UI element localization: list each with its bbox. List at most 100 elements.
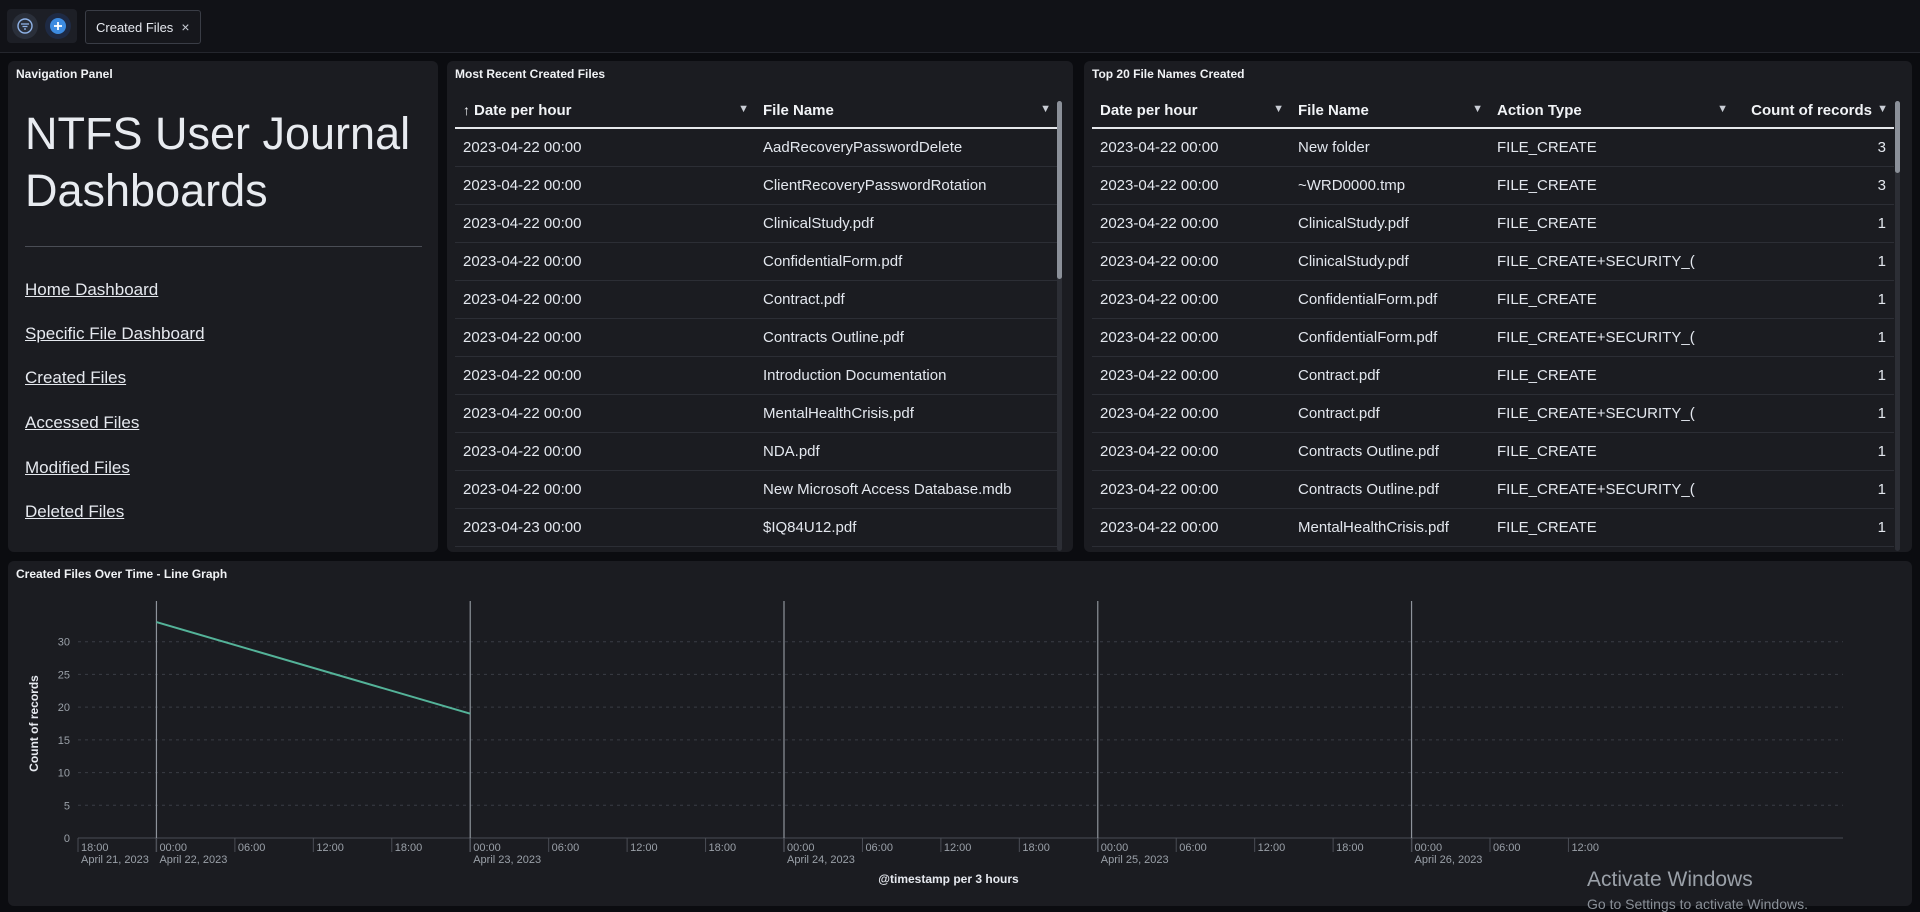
- table-cell: Contracts Outline.pdf: [1290, 470, 1489, 509]
- y-tick-label: 20: [58, 702, 70, 714]
- y-tick-label: 0: [64, 833, 70, 845]
- table-row[interactable]: 2023-04-22 00:00 ClinicalStudy.pdf: [455, 204, 1057, 243]
- filter-pill-label: Created Files: [96, 19, 174, 35]
- column-header-label: Date per hour: [1100, 102, 1198, 119]
- vertical-scrollbar[interactable]: [1895, 101, 1900, 551]
- column-header-date-per-hour[interactable]: Date per hour ▼: [1092, 94, 1290, 129]
- chevron-down-icon[interactable]: ▼: [1717, 103, 1728, 115]
- dashboard-heading-line2: Dashboards: [25, 165, 268, 216]
- column-header-action-type[interactable]: Action Type ▼: [1489, 94, 1734, 129]
- table-row[interactable]: 2023-04-22 00:00 ClinicalStudy.pdf FILE_CR…: [1092, 242, 1894, 281]
- table-row[interactable]: 2023-04-22 00:00 AadRecoveryPasswordDelet…: [455, 128, 1057, 167]
- chevron-down-icon[interactable]: ▼: [738, 103, 749, 115]
- table-cell: 2023-04-22 00:00: [455, 394, 755, 433]
- table-cell: FILE_CREATE: [1489, 356, 1734, 395]
- chevron-down-icon[interactable]: ▼: [1472, 103, 1483, 115]
- table-row[interactable]: 2023-04-22 00:00 ~WRD0000.tmp FILE_CREATE 3: [1092, 166, 1894, 205]
- table-cell: FILE_CREATE: [1489, 166, 1734, 205]
- column-header-count-of-records[interactable]: Count of records ▼: [1734, 94, 1894, 129]
- panel-title: Most Recent Created Files: [455, 67, 606, 81]
- column-header-label: File Name: [763, 102, 834, 119]
- table-cell: Introduction Documentation: [755, 356, 1057, 395]
- column-header-file-name[interactable]: File Name ▼: [755, 94, 1057, 129]
- table-row[interactable]: 2023-04-22 00:00 New folder FILE_CREATE 3: [1092, 128, 1894, 167]
- table-cell: 1: [1734, 394, 1894, 433]
- table-cell: AadRecoveryPasswordDelete: [755, 128, 1057, 167]
- scrollbar-thumb[interactable]: [1895, 101, 1900, 173]
- nav-link-modified-files[interactable]: Modified Files: [25, 458, 130, 478]
- x-tick-label: 06:00: [552, 842, 580, 854]
- nav-link-created-files[interactable]: Created Files: [25, 368, 126, 388]
- vertical-scrollbar[interactable]: [1057, 101, 1062, 551]
- table-cell: MentalHealthCrisis.pdf: [1290, 508, 1489, 547]
- table-cell: 2023-04-22 00:00: [1092, 166, 1290, 205]
- nav-link-deleted-files[interactable]: Deleted Files: [25, 502, 124, 522]
- table-row[interactable]: 2023-04-22 00:00 Contracts Outline.pdf FIL…: [1092, 432, 1894, 471]
- table-row[interactable]: 2023-04-22 00:00 MentalHealthCrisis.pdf FI…: [1092, 508, 1894, 547]
- table-row[interactable]: 2023-04-22 00:00 ConfidentialForm.pdf FILE…: [1092, 318, 1894, 357]
- nav-link-accessed-files[interactable]: Accessed Files: [25, 413, 139, 433]
- column-header-date-per-hour[interactable]: ↑ Date per hour ▼: [455, 94, 755, 129]
- chevron-down-icon[interactable]: ▼: [1273, 103, 1284, 115]
- column-header-label: Count of records: [1751, 102, 1872, 119]
- filter-icon: [17, 18, 33, 34]
- y-tick-label: 5: [64, 800, 70, 812]
- plus-icon: [50, 18, 66, 34]
- column-header-label: File Name: [1298, 102, 1369, 119]
- table-cell: Contract.pdf: [1290, 356, 1489, 395]
- add-filter-button[interactable]: [45, 13, 71, 39]
- table-cell: FILE_CREATE: [1489, 508, 1734, 547]
- activate-windows-watermark: Activate Windows: [1587, 868, 1753, 891]
- x-tick-label: 00:00: [787, 842, 815, 854]
- table-row[interactable]: 2023-04-22 00:00 Contracts Outline.pdf: [455, 318, 1057, 357]
- table-row[interactable]: 2023-04-22 00:00 NDA.pdf: [455, 432, 1057, 471]
- column-header-label: Date per hour: [474, 102, 572, 119]
- chevron-down-icon[interactable]: ▼: [1040, 103, 1051, 115]
- nav-link-home-dashboard[interactable]: Home Dashboard: [25, 280, 158, 300]
- table-row[interactable]: 2023-04-22 00:00 New Microsoft Access Dat…: [455, 470, 1057, 509]
- filter-pill-created-files[interactable]: Created Files ×: [85, 10, 201, 44]
- y-tick-label: 30: [58, 637, 70, 649]
- created-files-line-graph-panel: Created Files Over Time - Line Graph 051…: [8, 561, 1912, 906]
- table-cell: FILE_CREATE+SECURITY_(: [1489, 394, 1734, 433]
- table-row[interactable]: 2023-04-22 00:00 Contract.pdf FILE_CREATE 1: [1092, 356, 1894, 395]
- table-row[interactable]: 2023-04-22 00:00 Contract.pdf FILE_CREATE+…: [1092, 394, 1894, 433]
- table-cell: 2023-04-22 00:00: [1092, 318, 1290, 357]
- table-cell: 2023-04-22 00:00: [1092, 356, 1290, 395]
- table-cell: 3: [1734, 166, 1894, 205]
- table-row[interactable]: 2023-04-22 00:00 Introduction Documentati…: [455, 356, 1057, 395]
- x-tick-label: 18:00: [709, 842, 737, 854]
- table-cell: 2023-04-22 00:00: [455, 280, 755, 319]
- table-row[interactable]: 2023-04-22 00:00 ClinicalStudy.pdf FILE_CR…: [1092, 204, 1894, 243]
- panel-title: Navigation Panel: [16, 67, 113, 81]
- navigation-panel: Navigation Panel NTFS User Journal Dashb…: [8, 61, 438, 552]
- column-header-file-name[interactable]: File Name ▼: [1290, 94, 1489, 129]
- line-chart: 05101520253018:00April 21, 202300:00Apri…: [27, 601, 1843, 886]
- table-cell: MentalHealthCrisis.pdf: [755, 394, 1057, 433]
- table-row[interactable]: 2023-04-22 00:00 MentalHealthCrisis.pdf: [455, 394, 1057, 433]
- filter-button[interactable]: [12, 13, 38, 39]
- chevron-down-icon[interactable]: ▼: [1877, 103, 1888, 115]
- table-cell: 2023-04-22 00:00: [1092, 280, 1290, 319]
- table-row[interactable]: 2023-04-23 00:00 $IQ84U12.pdf: [455, 508, 1057, 547]
- nav-link-specific-file-dashboard[interactable]: Specific File Dashboard: [25, 324, 205, 344]
- table-row[interactable]: 2023-04-22 00:00 Contract.pdf: [455, 280, 1057, 319]
- x-tick-label: 12:00: [630, 842, 658, 854]
- table-cell: ConfidentialForm.pdf: [1290, 280, 1489, 319]
- x-tick-label: 12:00: [1571, 842, 1599, 854]
- close-icon[interactable]: ×: [181, 19, 189, 35]
- x-tick-label: 18:00: [81, 842, 109, 854]
- scrollbar-thumb[interactable]: [1057, 101, 1062, 279]
- table-cell: Contracts Outline.pdf: [755, 318, 1057, 357]
- x-tick-label: 06:00: [865, 842, 893, 854]
- table-cell: 2023-04-22 00:00: [1092, 204, 1290, 243]
- table-cell: 2023-04-22 00:00: [1092, 470, 1290, 509]
- table-row[interactable]: 2023-04-22 00:00 ConfidentialForm.pdf: [455, 242, 1057, 281]
- table-cell: 2023-04-22 00:00: [1092, 128, 1290, 167]
- table-row[interactable]: 2023-04-22 00:00 ClientRecoveryPasswordRo…: [455, 166, 1057, 205]
- table-cell: 1: [1734, 432, 1894, 471]
- table-row[interactable]: 2023-04-22 00:00 Contracts Outline.pdf FIL…: [1092, 470, 1894, 509]
- y-tick-label: 15: [58, 735, 70, 747]
- table-row[interactable]: 2023-04-22 00:00 ConfidentialForm.pdf FILE…: [1092, 280, 1894, 319]
- x-tick-label: 00:00: [159, 842, 187, 854]
